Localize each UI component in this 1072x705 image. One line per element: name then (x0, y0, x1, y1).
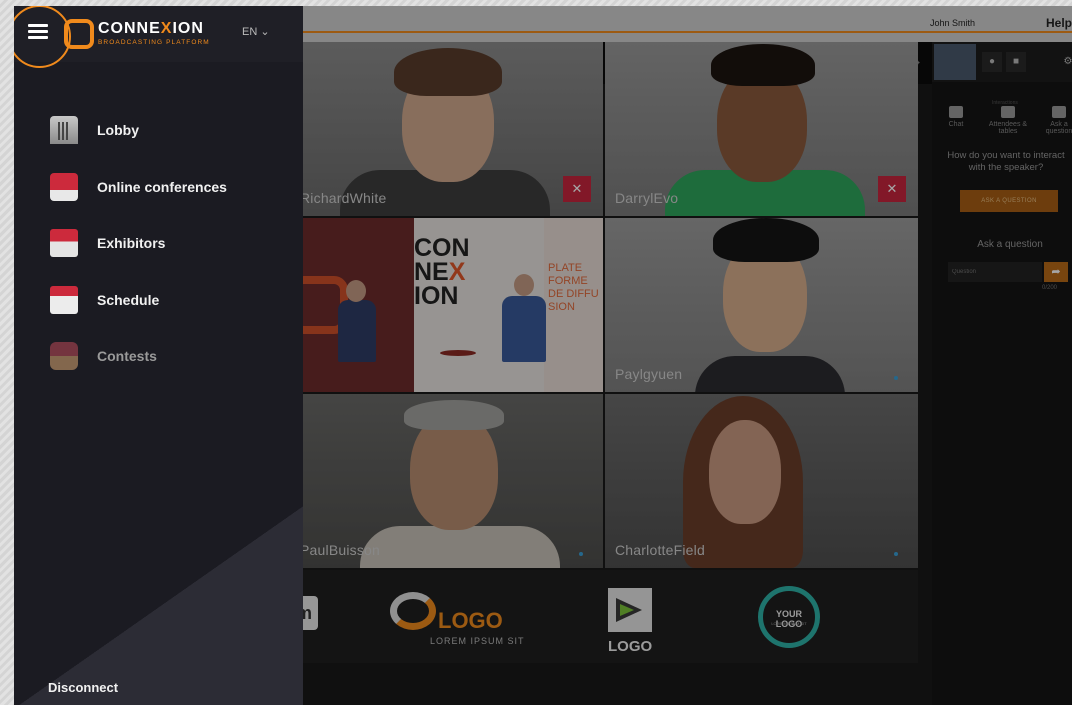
sidebar-item-exhibitors[interactable]: Exhibitors (50, 227, 280, 261)
sidebar-item-label: Online conferences (97, 179, 227, 195)
sidebar-item-lobby[interactable]: Lobby (50, 114, 280, 148)
building-icon (50, 116, 78, 144)
speaker-podium-icon (50, 173, 78, 201)
menu-decoration (14, 466, 303, 705)
sidebar-item-label: Contests (97, 348, 157, 364)
brand-subtitle: BROADCASTING PLATFORM (98, 39, 210, 46)
booth-icon (50, 229, 78, 257)
sidebar-item-label: Lobby (97, 122, 139, 138)
sidebar-item-label: Schedule (97, 292, 160, 308)
brand-name[interactable]: CONNEXION (98, 20, 204, 38)
language-label: EN (242, 26, 258, 38)
brand-part: ION (172, 20, 204, 37)
chevron-down-icon: ⌄ (260, 26, 270, 38)
sidebar-item-label: Exhibitors (97, 235, 166, 251)
language-selector[interactable]: EN ⌄ (242, 25, 270, 38)
side-menu: CONNEXION BROADCASTING PLATFORM EN ⌄ Lob… (14, 6, 303, 705)
highlight-circle (14, 6, 71, 68)
disconnect-button[interactable]: Disconnect (48, 680, 118, 695)
menu-header: CONNEXION BROADCASTING PLATFORM EN ⌄ (14, 6, 303, 68)
sidebar-item-contests[interactable]: Contests (50, 340, 280, 374)
brand-x: X (160, 20, 173, 37)
brand-part: CONNE (98, 20, 161, 37)
calendar-icon (50, 286, 78, 314)
connexion-logo-icon (64, 19, 94, 49)
gift-icon (50, 342, 78, 370)
sidebar-item-online-conferences[interactable]: Online conferences (50, 171, 280, 205)
menu-overlay[interactable] (303, 6, 1072, 705)
sidebar-item-schedule[interactable]: Schedule (50, 284, 280, 318)
